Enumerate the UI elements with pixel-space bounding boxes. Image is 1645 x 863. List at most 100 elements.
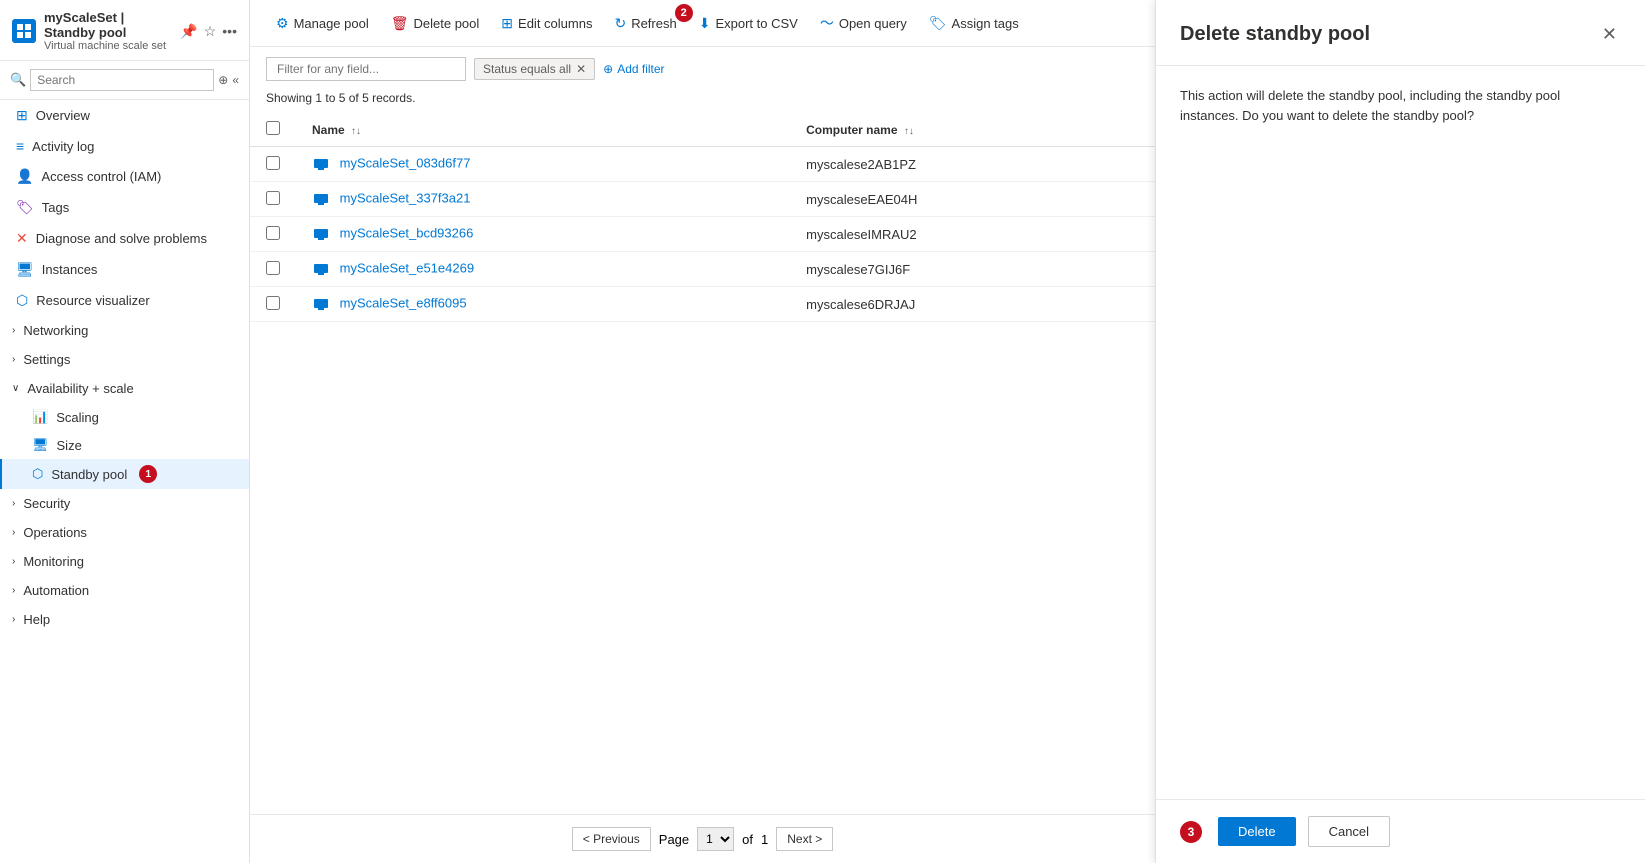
export-csv-icon: ⬇: [699, 15, 711, 32]
side-panel-description: This action will delete the standby pool…: [1180, 86, 1621, 125]
sidebar-item-networking[interactable]: › Networking: [0, 316, 249, 345]
monitor-icon: 🖥: [16, 261, 34, 278]
side-panel: Delete standby pool ✕ This action will d…: [1155, 0, 1645, 863]
manage-pool-button[interactable]: ⚙ Manage pool: [266, 10, 379, 37]
side-panel-body: This action will delete the standby pool…: [1156, 66, 1645, 799]
name-sort-icon: ↑↓: [351, 126, 361, 137]
records-info: Showing 1 to 5 of 5 records.: [250, 87, 1155, 113]
delete-step-badge: 3: [1180, 821, 1202, 843]
person-icon: 👤: [16, 168, 33, 185]
table-container: Name ↑↓ Computer name ↑↓: [250, 113, 1155, 814]
row-name-cell: myScaleSet_083d6f77: [296, 147, 790, 182]
sidebar-item-activity-log[interactable]: ≡ Activity log: [0, 131, 249, 161]
vm-icon: [312, 225, 330, 243]
filter-bar: Status equals all ✕ ⊕ Add filter: [250, 47, 1155, 87]
row-checkbox-cell: [250, 252, 296, 287]
sidebar-item-security[interactable]: › Security: [0, 489, 249, 518]
previous-button[interactable]: < Previous: [572, 827, 651, 851]
row-computer-cell: myscalese2AB1PZ: [790, 147, 1155, 182]
row-checkbox-0[interactable]: [266, 156, 280, 170]
open-query-icon: 〜: [820, 13, 834, 33]
sidebar-item-automation[interactable]: › Automation: [0, 576, 249, 605]
sidebar-item-settings[interactable]: › Settings: [0, 345, 249, 374]
row-name-cell: myScaleSet_e51e4269: [296, 252, 790, 287]
search-input[interactable]: [30, 69, 214, 91]
table-row: myScaleSet_083d6f77 myscalese2AB1PZ: [250, 147, 1155, 182]
row-checkbox-cell: [250, 217, 296, 252]
next-button[interactable]: Next >: [776, 827, 833, 851]
scaling-icon: 📊: [32, 409, 48, 425]
edit-columns-button[interactable]: ⊞ Edit columns: [491, 10, 602, 37]
filter-input[interactable]: [266, 57, 466, 81]
sidebar-item-monitoring[interactable]: › Monitoring: [0, 547, 249, 576]
row-computer-cell: myscaleseEAE04H: [790, 182, 1155, 217]
star-icon[interactable]: ☆: [204, 23, 217, 40]
pin-icon[interactable]: 📌: [180, 23, 197, 40]
grid-icon: ⊞: [16, 107, 28, 124]
delete-pool-icon: 🗑: [391, 15, 409, 32]
row-checkbox-4[interactable]: [266, 296, 280, 310]
toolbar: ⚙ Manage pool 🗑 Delete pool ⊞ Edit colum…: [250, 0, 1155, 47]
row-computer-cell: myscalese6DRJAJ: [790, 287, 1155, 322]
instance-link[interactable]: myScaleSet_bcd93266: [340, 225, 474, 240]
select-all-checkbox[interactable]: [266, 121, 280, 135]
chevron-right-icon-6: ›: [12, 585, 15, 596]
refresh-icon: ↻: [614, 15, 626, 32]
filter-icon[interactable]: ⊕: [218, 73, 228, 87]
export-csv-button[interactable]: ⬇ Export to CSV: [689, 10, 808, 37]
sidebar-item-availability-scale[interactable]: ∨ Availability + scale: [0, 374, 249, 403]
delete-pool-button[interactable]: 🗑 Delete pool: [381, 10, 490, 37]
computer-name-column-header[interactable]: Computer name ↑↓: [790, 113, 1155, 147]
main-content: ⚙ Manage pool 🗑 Delete pool ⊞ Edit colum…: [250, 0, 1155, 863]
vm-icon: [312, 190, 330, 208]
sidebar-item-overview[interactable]: ⊞ Overview: [0, 100, 249, 131]
table-row: myScaleSet_bcd93266 myscaleseIMRAU2: [250, 217, 1155, 252]
name-column-header[interactable]: Name ↑↓: [296, 113, 790, 147]
row-checkbox-1[interactable]: [266, 191, 280, 205]
manage-pool-icon: ⚙: [276, 15, 289, 32]
collapse-icon[interactable]: «: [232, 73, 239, 87]
close-side-panel-button[interactable]: ✕: [1598, 20, 1621, 49]
remove-filter-icon[interactable]: ✕: [576, 62, 586, 76]
row-checkbox-cell: [250, 182, 296, 217]
add-filter-icon: ⊕: [603, 62, 613, 76]
size-icon: 🖥: [32, 437, 49, 453]
sidebar-item-tags[interactable]: 🏷 Tags: [0, 192, 249, 223]
sidebar-item-scaling[interactable]: 📊 Scaling: [0, 403, 249, 431]
total-pages: 1: [761, 832, 768, 847]
row-computer-cell: myscalese7GIJ6F: [790, 252, 1155, 287]
instance-link[interactable]: myScaleSet_337f3a21: [340, 190, 471, 205]
instance-link[interactable]: myScaleSet_083d6f77: [340, 155, 471, 170]
of-label: of: [742, 832, 753, 847]
cancel-delete-button[interactable]: Cancel: [1308, 816, 1390, 847]
sidebar-item-operations[interactable]: › Operations: [0, 518, 249, 547]
sidebar-item-access-control[interactable]: 👤 Access control (IAM): [0, 161, 249, 192]
status-filter-tag: Status equals all ✕: [474, 58, 595, 80]
edit-columns-icon: ⊞: [501, 15, 513, 32]
open-query-button[interactable]: 〜 Open query: [810, 8, 917, 38]
chevron-right-icon: ›: [12, 325, 15, 336]
instance-link[interactable]: myScaleSet_e8ff6095: [340, 295, 467, 310]
page-label: Page: [659, 832, 689, 847]
sidebar-item-standby-pool[interactable]: ⬡ Standby pool 1: [0, 459, 249, 489]
instance-link[interactable]: myScaleSet_e51e4269: [340, 260, 474, 275]
sidebar-item-help[interactable]: › Help: [0, 605, 249, 634]
side-panel-footer: 3 Delete Cancel: [1156, 799, 1645, 863]
add-filter-button[interactable]: ⊕ Add filter: [603, 62, 664, 76]
sidebar-item-resource-visualizer[interactable]: ⬡ Resource visualizer: [0, 285, 249, 316]
vm-icon: [312, 260, 330, 278]
assign-tags-button[interactable]: 🏷 Assign tags: [919, 10, 1029, 37]
chevron-right-icon-7: ›: [12, 614, 15, 625]
sidebar-item-instances[interactable]: 🖥 Instances: [0, 254, 249, 285]
row-checkbox-3[interactable]: [266, 261, 280, 275]
page-select[interactable]: 1: [697, 827, 734, 851]
more-icon[interactable]: •••: [222, 23, 237, 39]
search-bar: 🔍 ⊕ «: [0, 61, 249, 100]
row-checkbox-2[interactable]: [266, 226, 280, 240]
confirm-delete-button[interactable]: Delete: [1218, 817, 1296, 846]
chevron-down-icon: ∨: [12, 383, 19, 394]
sidebar-item-diagnose[interactable]: ✕ Diagnose and solve problems: [0, 223, 249, 254]
wrench-icon: ✕: [16, 230, 28, 247]
vm-icon: [312, 295, 330, 313]
sidebar-item-size[interactable]: 🖥 Size: [0, 431, 249, 459]
